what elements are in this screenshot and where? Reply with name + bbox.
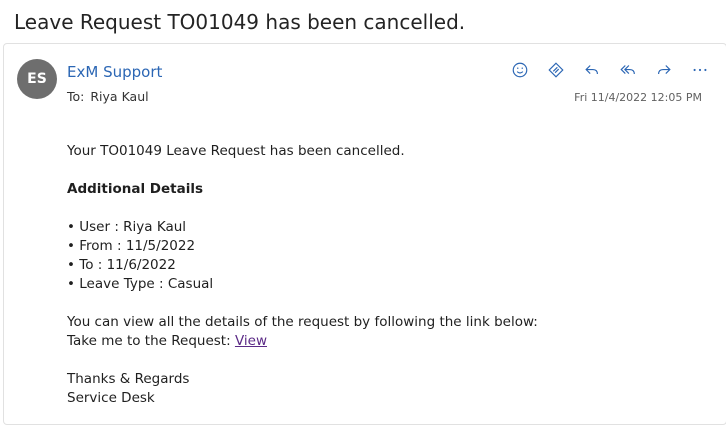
- recipient-name[interactable]: Riya Kaul: [90, 89, 148, 104]
- detail-leave-type: • Leave Type : Casual: [67, 276, 214, 292]
- link-prefix: Take me to the Request:: [67, 333, 231, 349]
- link-line: Take me to the Request: View: [67, 332, 538, 351]
- detail-to: • To : 11/6/2022: [67, 257, 176, 273]
- message-card: ES ExM Support To: Riya Kaul Fri 11/4/20…: [3, 43, 726, 425]
- avatar[interactable]: ES: [17, 59, 57, 99]
- reply-all-icon[interactable]: [610, 59, 646, 81]
- reply-icon[interactable]: [574, 59, 610, 81]
- detail-user: • User : Riya Kaul: [67, 219, 187, 235]
- emoji-icon[interactable]: [502, 59, 538, 81]
- closing: Thanks & Regards: [67, 371, 190, 387]
- view-request-link[interactable]: View: [235, 333, 267, 349]
- signature: Service Desk: [67, 390, 155, 406]
- sender-name[interactable]: ExM Support: [67, 63, 162, 81]
- to-label: To:: [67, 89, 85, 104]
- details-heading: Additional Details: [67, 181, 204, 197]
- immersive-reader-icon[interactable]: [538, 59, 574, 81]
- email-subject: Leave Request TO01049 has been cancelled…: [14, 10, 466, 34]
- detail-from: • From : 11/5/2022: [67, 238, 196, 254]
- recipient-line: To: Riya Kaul: [67, 89, 149, 104]
- message-actions: [502, 59, 718, 81]
- forward-icon[interactable]: [646, 59, 682, 81]
- message-body: Your TO01049 Leave Request has been canc…: [67, 142, 538, 408]
- more-icon[interactable]: [682, 59, 718, 81]
- message-date: Fri 11/4/2022 12:05 PM: [574, 91, 702, 104]
- body-intro: Your TO01049 Leave Request has been canc…: [67, 143, 405, 159]
- link-intro: You can view all the details of the requ…: [67, 314, 538, 330]
